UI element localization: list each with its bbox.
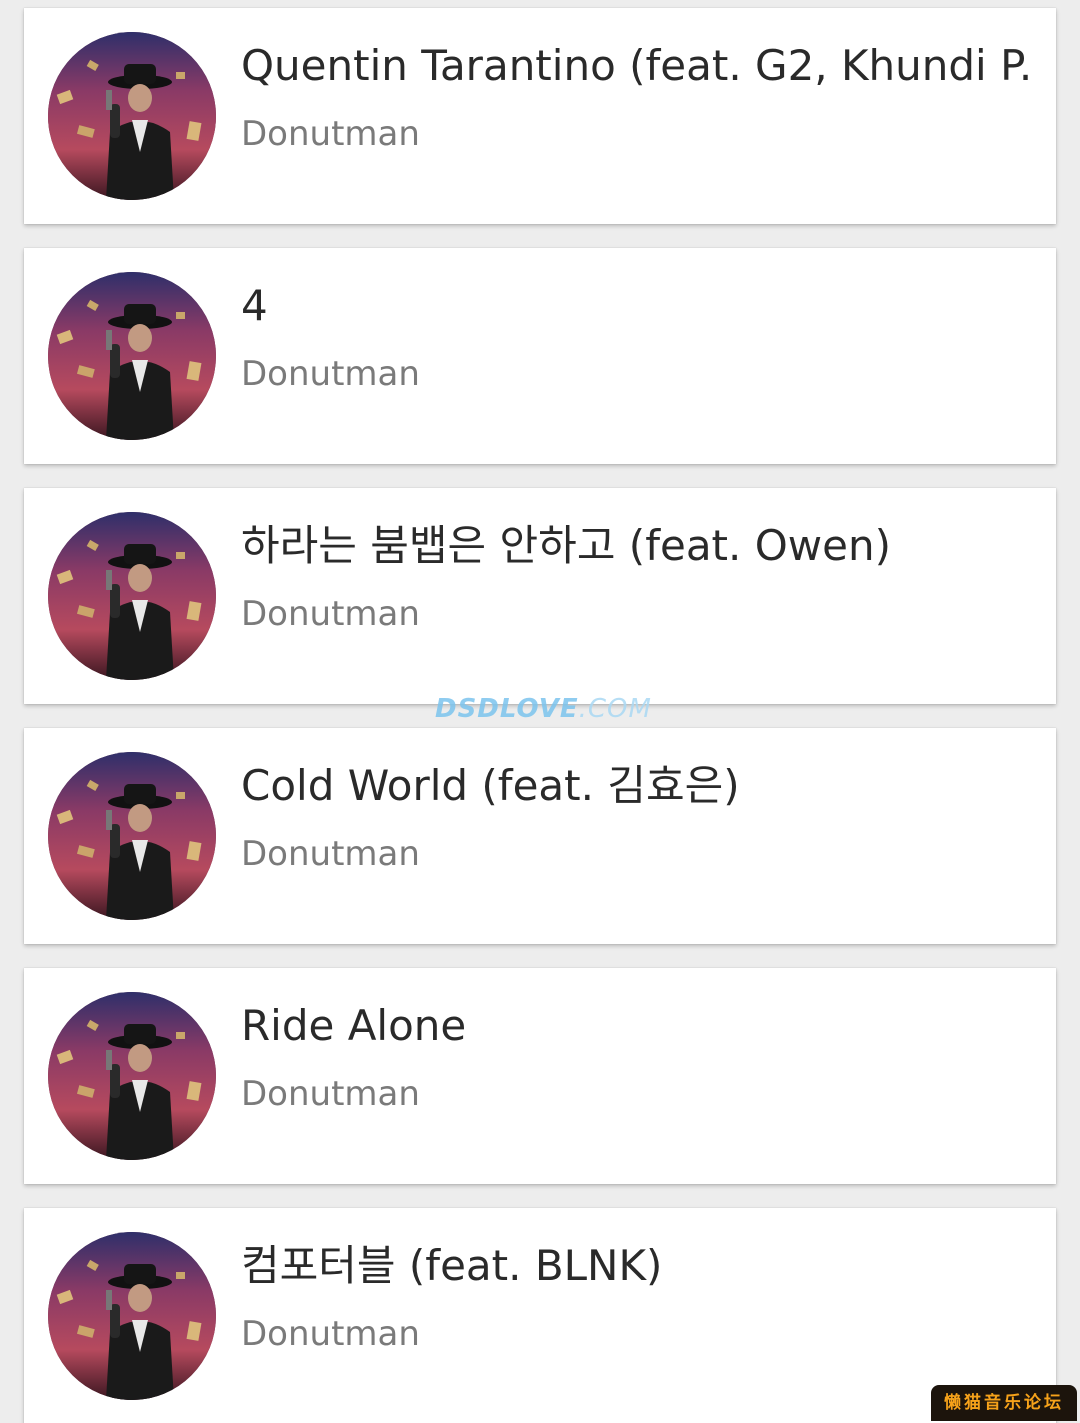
track-title: Quentin Tarantino (feat. G2, Khundi P.. <box>241 41 1031 90</box>
track-artist: Donutman <box>241 354 420 394</box>
track-artist: Donutman <box>241 114 420 154</box>
album-cover <box>48 992 216 1160</box>
track-item[interactable]: 4 Donutman <box>24 248 1056 464</box>
forum-watermark-badge: 懒猫音乐论坛 <box>931 1385 1077 1421</box>
album-cover <box>48 512 216 680</box>
track-list: Quentin Tarantino (feat. G2, Khundi P.. … <box>0 0 1080 1423</box>
album-cover-image <box>48 992 216 1160</box>
track-artist: Donutman <box>241 834 420 874</box>
track-item[interactable]: 하라는 붐뱁은 안하고 (feat. Owen) Donutman <box>24 488 1056 704</box>
track-item[interactable]: Cold World (feat. 김효은) Donutman <box>24 728 1056 944</box>
track-title: Cold World (feat. 김효은) <box>241 761 740 810</box>
album-cover-image <box>48 752 216 920</box>
watermark-domain: .COM <box>578 694 652 724</box>
watermark-logo: DSDLOVE.COM <box>435 694 652 724</box>
album-cover <box>48 32 216 200</box>
album-cover-image <box>48 272 216 440</box>
track-item[interactable]: Quentin Tarantino (feat. G2, Khundi P.. … <box>24 8 1056 224</box>
track-artist: Donutman <box>241 1314 420 1354</box>
album-cover-image <box>48 32 216 200</box>
track-item[interactable]: Ride Alone Donutman <box>24 968 1056 1184</box>
track-title: 컴포터블 (feat. BLNK) <box>241 1241 663 1290</box>
track-artist: Donutman <box>241 594 420 634</box>
album-cover <box>48 752 216 920</box>
track-title: 4 <box>241 281 268 330</box>
track-title: 하라는 붐뱁은 안하고 (feat. Owen) <box>241 521 891 570</box>
album-cover-image <box>48 512 216 680</box>
album-cover-image <box>48 1232 216 1400</box>
watermark-main: DSDLOVE <box>435 694 579 724</box>
track-title: Ride Alone <box>241 1001 467 1050</box>
album-cover <box>48 272 216 440</box>
track-artist: Donutman <box>241 1074 420 1114</box>
track-item[interactable]: 컴포터블 (feat. BLNK) Donutman <box>24 1208 1056 1423</box>
album-cover <box>48 1232 216 1400</box>
